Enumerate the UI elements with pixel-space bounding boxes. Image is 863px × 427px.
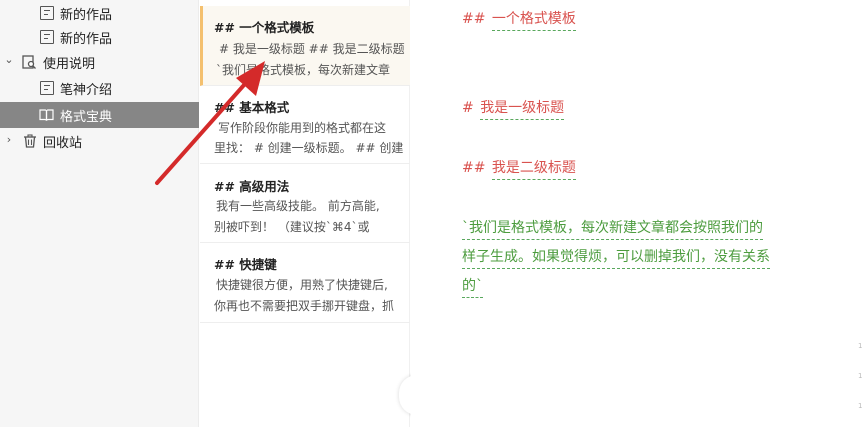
article-item-basic-format[interactable]: ## 基本格式 写作阶段你能用到的格式都在这 里找： # 创建一级标题。 ## …: [200, 86, 410, 164]
article-title: ## 一个格式模板: [214, 20, 315, 35]
heading-marker: ##: [462, 160, 486, 176]
article-excerpt-line: 里找： # 创建一级标题。 ## 创建: [214, 141, 404, 155]
document-icon: [40, 81, 54, 95]
heading-marker: #: [462, 100, 474, 116]
heading-marker: ##: [462, 11, 486, 27]
folder-search-icon: [22, 55, 36, 69]
editor-code-line[interactable]: 的`: [462, 275, 483, 298]
sidebar-item-label: 格式宝典: [60, 109, 113, 125]
sidebar-item-format-guide[interactable]: 格式宝典: [0, 102, 199, 128]
book-icon: [39, 108, 54, 122]
chevron-right-icon[interactable]: ›: [3, 133, 15, 146]
article-item-advanced-usage[interactable]: ## 高级用法 我有一些高级技能。 前方高能, 别被吓到！ （建议按`⌘4`或: [200, 164, 410, 243]
trash-icon: [23, 134, 37, 148]
editor-subheading-line[interactable]: ## 我是二级标题: [462, 157, 576, 180]
article-item-format-template[interactable]: ## 一个格式模板 # 我是一级标题 ## 我是二级标题 `我们是格式模板，每次…: [200, 6, 410, 86]
sidebar-item-label: 新的作品: [60, 7, 113, 23]
document-icon: [40, 30, 54, 44]
article-list: ## 一个格式模板 # 我是一级标题 ## 我是二级标题 `我们是格式模板，每次…: [200, 0, 410, 427]
gutter-mark: 1: [858, 372, 863, 380]
sidebar-item-new-work-1[interactable]: 新的作品: [0, 0, 199, 26]
article-title: ## 基本格式: [214, 100, 290, 115]
article-title: ## 高级用法: [214, 179, 290, 194]
heading-text: 我是二级标题: [491, 160, 576, 180]
gutter-mark: 1: [858, 342, 863, 350]
article-item-shortcuts[interactable]: ## 快捷键 快捷键很方便，用熟了快捷键后, 你再也不需要把双手挪开键盘，抓: [200, 243, 410, 323]
gutter-mark: 1: [858, 402, 863, 410]
code-text: 样子生成。如果觉得烦，可以删掉我们，没有关系: [462, 249, 770, 269]
chevron-down-icon[interactable]: ⌄: [3, 53, 15, 66]
editor-code-line[interactable]: `我们是格式模板，每次新建文章都会按照我们的: [462, 217, 763, 240]
article-excerpt-line: 写作阶段你能用到的格式都在这: [218, 121, 387, 135]
sidebar-item-label: 新的作品: [60, 31, 113, 47]
article-excerpt-line: # 我是一级标题 ## 我是二级标题: [219, 42, 405, 56]
document-icon: [40, 6, 54, 20]
editor-pane[interactable]: ## 一个格式模板 # 我是一级标题 ## 我是二级标题 `我们是格式模板，每次…: [411, 0, 863, 427]
sidebar-item-bishen-intro[interactable]: 笔神介绍: [0, 75, 199, 101]
code-text: `我们是格式模板，每次新建文章都会按照我们的: [462, 220, 763, 240]
sidebar-item-label: 回收站: [43, 135, 83, 151]
article-title: ## 快捷键: [214, 257, 277, 272]
editor-h2-line[interactable]: ## 一个格式模板: [462, 8, 576, 31]
heading-text: 一个格式模板: [491, 11, 576, 31]
article-excerpt-line: 快捷键很方便，用熟了快捷键后,: [216, 278, 388, 292]
sidebar-item-new-work-2[interactable]: 新的作品: [0, 24, 199, 50]
article-excerpt-line: `我们是格式模板，每次新建文章: [216, 63, 391, 77]
sidebar-item-label: 使用说明: [43, 56, 96, 72]
editor-h1-line[interactable]: # 我是一级标题: [462, 97, 565, 120]
heading-text: 我是一级标题: [480, 100, 565, 120]
sidebar-item-usage-guide[interactable]: ⌄ 使用说明: [0, 49, 199, 75]
code-text: 的`: [462, 278, 483, 298]
article-excerpt-line: 我有一些高级技能。 前方高能,: [216, 199, 380, 213]
sidebar-item-trash[interactable]: › 回收站: [0, 128, 199, 154]
article-excerpt-line: 你再也不需要把双手挪开键盘，抓: [214, 299, 395, 313]
editor-code-line[interactable]: 样子生成。如果觉得烦，可以删掉我们，没有关系: [462, 246, 770, 269]
sidebar-item-label: 笔神介绍: [60, 82, 113, 98]
article-excerpt-line: 别被吓到！ （建议按`⌘4`或: [214, 220, 370, 234]
sidebar: 新的作品 新的作品 ⌄ 使用说明 笔神介绍 格式宝典 › 回收站: [0, 0, 199, 427]
